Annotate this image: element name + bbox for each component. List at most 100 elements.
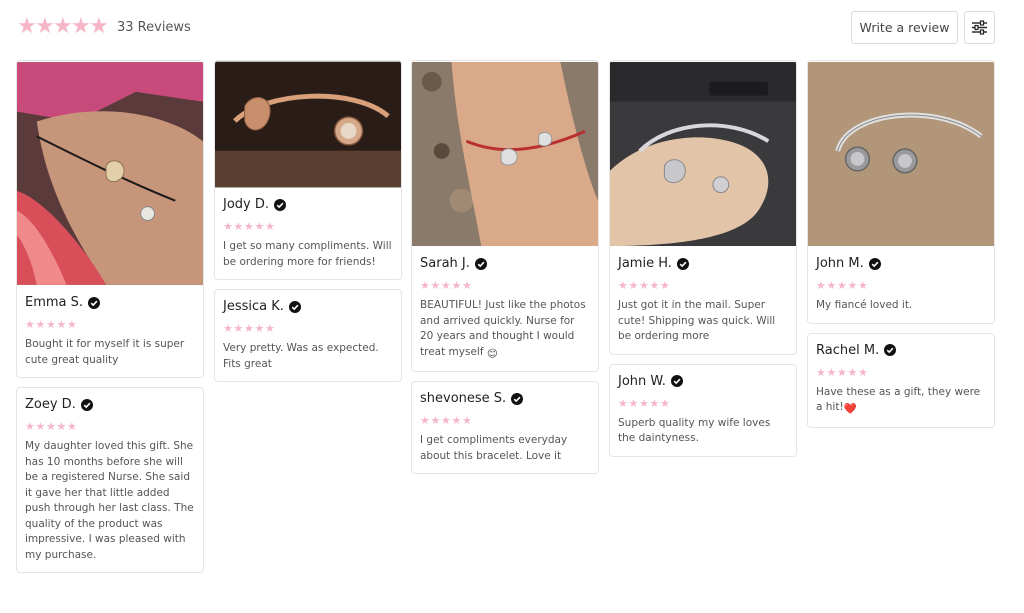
verified-icon — [868, 257, 881, 270]
review-photo[interactable] — [215, 61, 401, 188]
reviewer-name: shevonese S. — [420, 391, 507, 406]
star-icon: ★ — [25, 318, 35, 331]
review-text: My daughter loved this gift. She has 10 … — [25, 440, 194, 561]
star-icon: ★ — [441, 414, 451, 427]
review-text: Just got it in the mail. Super cute! Shi… — [618, 299, 776, 342]
rating-summary: ★ ★ ★ ★ ★ 33 Reviews — [17, 16, 191, 38]
star-icon: ★ — [441, 279, 451, 292]
reviews-header: ★ ★ ★ ★ ★ 33 Reviews Write a review — [0, 0, 1024, 56]
star-icon: ★ — [462, 279, 472, 292]
review-text: I get so many compliments. Will be order… — [223, 240, 392, 268]
star-icon: ★ — [660, 396, 670, 410]
reviewer-name: John M. — [816, 256, 864, 271]
sliders-icon — [972, 20, 987, 35]
review-stars: ★ ★ ★ ★ ★ — [420, 415, 590, 426]
review-photo[interactable] — [808, 61, 994, 247]
star-icon: ★ — [254, 220, 265, 233]
star-icon: ★ — [628, 279, 639, 292]
filter-button[interactable] — [964, 11, 995, 44]
star-icon: ★ — [628, 396, 639, 410]
verified-icon — [670, 375, 683, 387]
review-stars: ★ ★ ★ ★ ★ — [618, 398, 788, 409]
summary-stars: ★ ★ ★ ★ ★ — [17, 14, 109, 39]
verified-icon — [511, 392, 524, 405]
smile-emoji-icon: 😊 — [486, 347, 498, 360]
verified-icon — [88, 296, 101, 309]
verified-icon — [80, 398, 93, 411]
star-icon: ★ — [837, 279, 847, 292]
review-column: Emma S. ★ ★ ★ ★ ★ Bought it for myself it is… — [16, 60, 204, 573]
star-icon: ★ — [837, 365, 847, 379]
star-icon: ★ — [56, 420, 67, 433]
reviewer-name: Zoey D. — [25, 397, 76, 412]
review-card[interactable]: Jody D. ★ ★ ★ ★ ★ I get so many compliments.… — [214, 60, 402, 280]
star-icon: ★ — [847, 365, 858, 379]
star-icon: ★ — [223, 220, 233, 233]
star-icon: ★ — [89, 14, 109, 39]
star-icon: ★ — [816, 365, 826, 379]
star-icon: ★ — [244, 322, 254, 335]
star-icon: ★ — [451, 414, 462, 427]
review-stars: ★ ★ ★ ★ ★ — [618, 280, 788, 291]
star-icon: ★ — [35, 420, 46, 433]
verified-icon — [288, 300, 301, 313]
star-icon: ★ — [462, 414, 472, 427]
review-card[interactable]: Emma S. ★ ★ ★ ★ ★ Bought it for myself it is… — [16, 60, 204, 378]
star-icon: ★ — [420, 279, 430, 292]
star-icon: ★ — [35, 14, 55, 39]
reviewer-name: John W. — [618, 373, 666, 389]
star-icon: ★ — [244, 220, 254, 233]
star-icon: ★ — [265, 322, 275, 335]
star-icon: ★ — [233, 322, 244, 335]
review-stars: ★ ★ ★ ★ ★ — [223, 323, 393, 334]
review-text-body: BEAUTIFUL! Just like the photos and arri… — [420, 299, 586, 358]
verified-icon — [274, 198, 287, 211]
reviewer-name: Jamie H. — [618, 256, 672, 271]
review-stars: ★ ★ ★ ★ ★ — [420, 280, 590, 291]
star-icon: ★ — [35, 318, 46, 331]
review-text: BEAUTIFUL! Just like the photos and arri… — [420, 298, 590, 362]
star-icon: ★ — [430, 414, 441, 427]
star-icon: ★ — [233, 220, 244, 233]
review-column: Sarah J. ★ ★ ★ ★ ★ BEAUTIFUL! Just like the … — [411, 60, 599, 474]
review-card[interactable]: Jamie H. ★ ★ ★ ★ ★ Just got it in the mail. … — [609, 60, 797, 355]
review-photo[interactable] — [610, 61, 796, 247]
review-column: Jody D. ★ ★ ★ ★ ★ I get so many compliments.… — [214, 60, 402, 382]
review-text-body: Have these as a gift, they were a hit! — [816, 385, 981, 414]
review-column: Jamie H. ★ ★ ★ ★ ★ Just got it in the mail. … — [609, 60, 797, 457]
star-icon: ★ — [858, 365, 868, 379]
reviewer-name: Emma S. — [25, 295, 84, 310]
verified-icon — [884, 344, 897, 356]
star-icon: ★ — [430, 279, 441, 292]
star-icon: ★ — [71, 14, 91, 39]
star-icon: ★ — [254, 322, 265, 335]
star-icon: ★ — [46, 318, 56, 331]
review-text: Superb quality my wife loves the daintyn… — [618, 416, 771, 445]
review-card[interactable]: Zoey D. ★ ★ ★ ★ ★ My daughter loved this gif… — [16, 387, 204, 573]
review-count: 33 Reviews — [117, 19, 191, 35]
review-stars: ★ ★ ★ ★ ★ — [25, 421, 195, 432]
review-card[interactable]: John M. ★ ★ ★ ★ ★ My fiancé loved it. — [807, 60, 995, 324]
review-photo[interactable] — [412, 61, 598, 247]
star-icon: ★ — [420, 414, 430, 427]
review-photo[interactable] — [17, 61, 203, 286]
write-review-button[interactable]: Write a review — [851, 11, 958, 44]
review-text: Very pretty. Was as expected. Fits great — [223, 342, 379, 370]
review-card[interactable]: Sarah J. ★ ★ ★ ★ ★ BEAUTIFUL! Just like the … — [411, 60, 599, 372]
review-card[interactable]: shevonese S. ★ ★ ★ ★ ★ I get compliments eve… — [411, 381, 599, 474]
review-stars: ★ ★ ★ ★ ★ — [223, 221, 393, 232]
star-icon: ★ — [17, 14, 37, 39]
review-card[interactable]: Jessica K. ★ ★ ★ ★ ★ Very pretty. Was as exp… — [214, 289, 402, 382]
review-text: I get compliments everyday about this br… — [420, 434, 568, 462]
review-stars: ★ ★ ★ ★ ★ — [816, 280, 986, 291]
review-card[interactable]: Rachel M. ★ ★ ★ ★ ★ Have these as a gift, th… — [807, 332, 995, 428]
reviewer-name: Jessica K. — [223, 299, 284, 314]
review-text: Have these as a gift, they were a hit!❤️ — [816, 385, 986, 418]
reviewer-name: Sarah J. — [420, 256, 470, 271]
review-card[interactable]: John W. ★ ★ ★ ★ ★ Superb quality my wife lov… — [609, 363, 797, 457]
star-icon: ★ — [618, 396, 628, 410]
star-icon: ★ — [649, 279, 660, 292]
star-icon: ★ — [858, 279, 868, 292]
review-text: My fiancé loved it. — [816, 299, 913, 311]
star-icon: ★ — [847, 279, 858, 292]
